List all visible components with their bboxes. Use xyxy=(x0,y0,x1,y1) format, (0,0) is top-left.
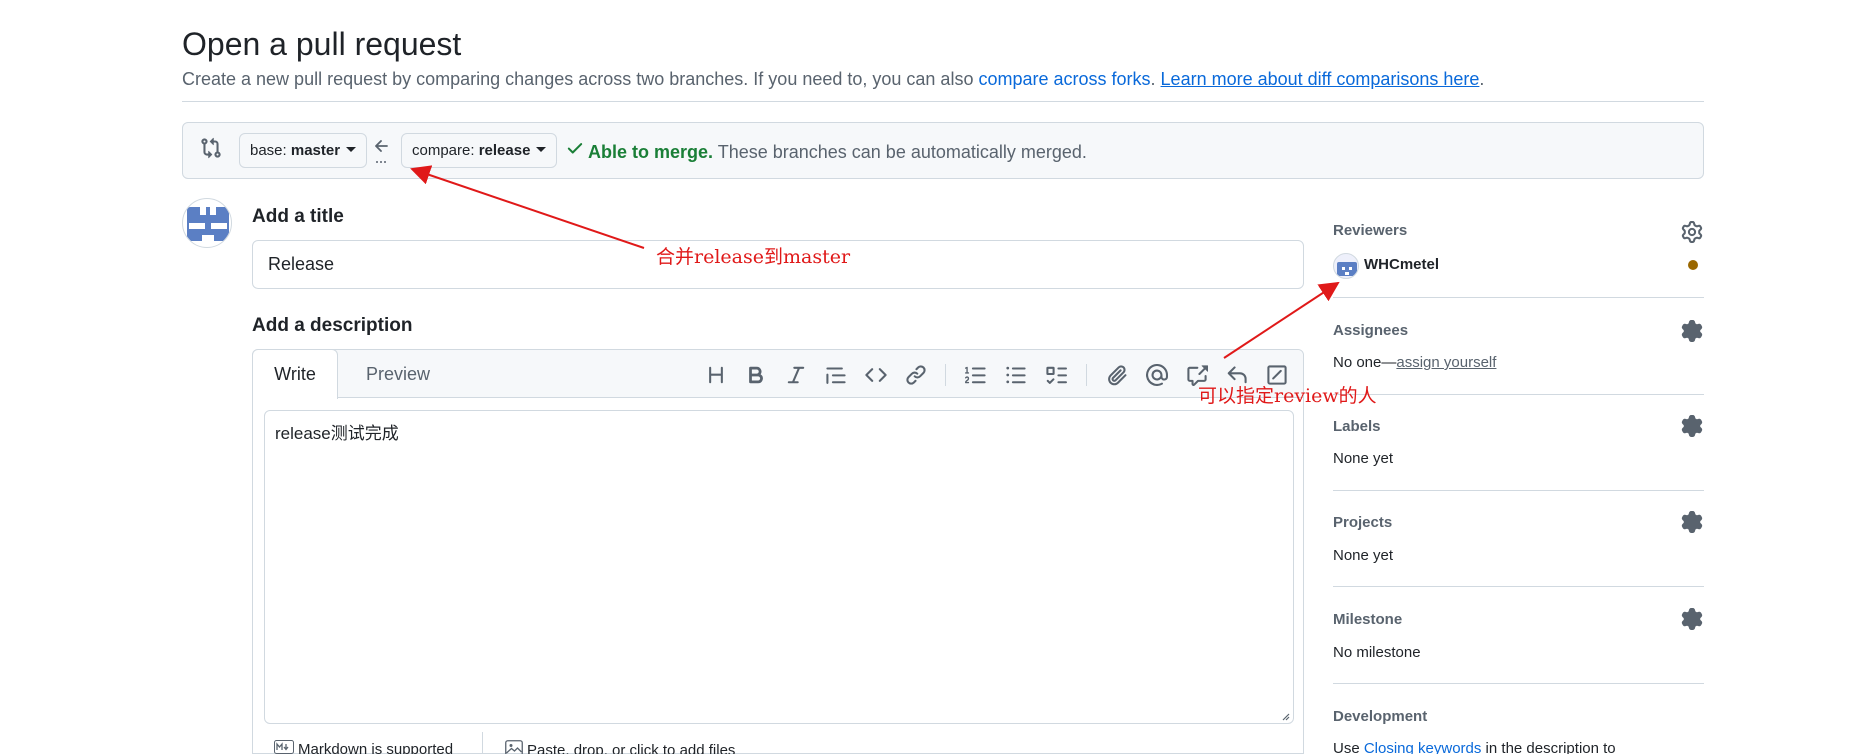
caret-down-icon xyxy=(346,146,357,152)
heading-icon[interactable] xyxy=(703,362,729,388)
assignees-value: No one—assign yourself xyxy=(1333,353,1496,373)
caret-down-icon xyxy=(536,146,547,152)
development-heading: Development xyxy=(1333,708,1428,725)
compare-across-forks-link[interactable]: compare across forks xyxy=(978,69,1150,89)
reviewers-heading[interactable]: Reviewers xyxy=(1333,221,1407,241)
merge-annotation: 合并release到master xyxy=(656,246,851,268)
closing-keywords-link[interactable]: Closing keywords xyxy=(1364,740,1482,754)
toolbar-divider xyxy=(1086,364,1087,386)
merge-status-note: These branches can be automatically merg… xyxy=(713,142,1087,162)
subtitle-end: . xyxy=(1479,69,1485,89)
header-divider xyxy=(182,101,1704,102)
assignees-none: No one— xyxy=(1333,354,1397,371)
mention-icon[interactable] xyxy=(1144,362,1170,388)
sidebar-divider xyxy=(1333,394,1704,395)
development-note: Use Closing keywords in the description … xyxy=(1333,739,1616,754)
labels-gear-icon[interactable] xyxy=(1681,415,1703,437)
projects-value: None yet xyxy=(1333,547,1394,564)
italic-icon[interactable] xyxy=(783,362,809,388)
resize-grip-icon[interactable] xyxy=(1280,708,1290,721)
toolbar-divider xyxy=(945,364,946,386)
assignees-gear-icon[interactable] xyxy=(1681,320,1703,342)
sidebar-divider xyxy=(1333,490,1704,491)
merge-status-label: Able to merge. xyxy=(588,142,714,162)
quote-icon[interactable] xyxy=(823,362,849,388)
development-post: in the description to xyxy=(1481,740,1616,754)
check-icon xyxy=(566,139,584,163)
base-prefix: base: xyxy=(250,142,291,159)
avatar xyxy=(182,198,232,248)
base-branch-select[interactable]: base: master xyxy=(239,133,368,168)
description-label: Add a description xyxy=(252,315,413,336)
description-textarea[interactable]: release测试完成 xyxy=(264,410,1294,724)
assignees-heading[interactable]: Assignees xyxy=(1333,321,1408,341)
review-annotation: 可以指定review的人 xyxy=(1198,385,1377,407)
tab-write[interactable]: Write xyxy=(252,349,338,399)
base-branch-name: master xyxy=(290,142,341,159)
git-compare-icon xyxy=(200,137,224,161)
task-list-icon[interactable] xyxy=(1043,362,1069,388)
bold-icon[interactable] xyxy=(743,362,769,388)
attach-icon[interactable] xyxy=(1104,362,1130,388)
projects-heading[interactable]: Projects xyxy=(1333,513,1392,533)
merge-annotation-arrow xyxy=(410,165,645,249)
markdown-note-text: Markdown is supported xyxy=(298,741,454,754)
markdown-note[interactable]: Markdown is supported xyxy=(274,740,453,754)
subtitle-text: Create a new pull request by comparing c… xyxy=(182,69,979,89)
ordered-list-icon[interactable] xyxy=(963,362,989,388)
unordered-list-icon[interactable] xyxy=(1003,362,1029,388)
attach-files-note[interactable]: Paste, drop, or click to add files xyxy=(505,740,735,754)
labels-value: None yet xyxy=(1333,450,1394,467)
milestone-gear-icon[interactable] xyxy=(1681,608,1703,630)
code-icon[interactable] xyxy=(863,362,889,388)
footer-divider xyxy=(482,732,483,754)
link-icon[interactable] xyxy=(903,362,929,388)
compare-branch-name: release xyxy=(478,142,531,159)
attach-files-text: Paste, drop, or click to add files xyxy=(527,741,736,754)
milestone-heading[interactable]: Milestone xyxy=(1333,610,1402,630)
sidebar-divider xyxy=(1333,683,1704,684)
merge-status: Able to merge. These branches can be aut… xyxy=(566,140,1087,165)
review-annotation-arrow xyxy=(1223,281,1340,359)
tab-preview[interactable]: Preview xyxy=(352,349,444,399)
compare-prefix: compare: xyxy=(412,142,479,159)
reviewers-gear-icon[interactable] xyxy=(1681,221,1703,243)
learn-more-link[interactable]: Learn more about diff comparisons here xyxy=(1161,69,1480,89)
sidebar-divider xyxy=(1333,586,1704,587)
reviewer-avatar[interactable] xyxy=(1333,253,1359,279)
labels-heading[interactable]: Labels xyxy=(1333,417,1381,437)
title-label: Add a title xyxy=(252,206,344,227)
reviewer-name[interactable]: WHCmetel xyxy=(1364,255,1439,275)
arrow-left-icon[interactable] xyxy=(372,136,392,166)
page-subtitle: Create a new pull request by comparing c… xyxy=(182,67,1484,91)
sidebar-divider xyxy=(1333,297,1704,298)
compare-branch-select[interactable]: compare: release xyxy=(401,133,558,168)
projects-gear-icon[interactable] xyxy=(1681,511,1703,533)
image-icon xyxy=(505,740,523,754)
assign-yourself-link[interactable]: assign yourself xyxy=(1396,354,1496,371)
milestone-value: No milestone xyxy=(1333,644,1421,661)
development-pre: Use xyxy=(1333,740,1364,754)
subtitle-sep: . xyxy=(1150,69,1161,89)
review-pending-status-icon xyxy=(1688,260,1698,270)
page-title: Open a pull request xyxy=(182,26,462,62)
markdown-icon xyxy=(274,740,294,754)
